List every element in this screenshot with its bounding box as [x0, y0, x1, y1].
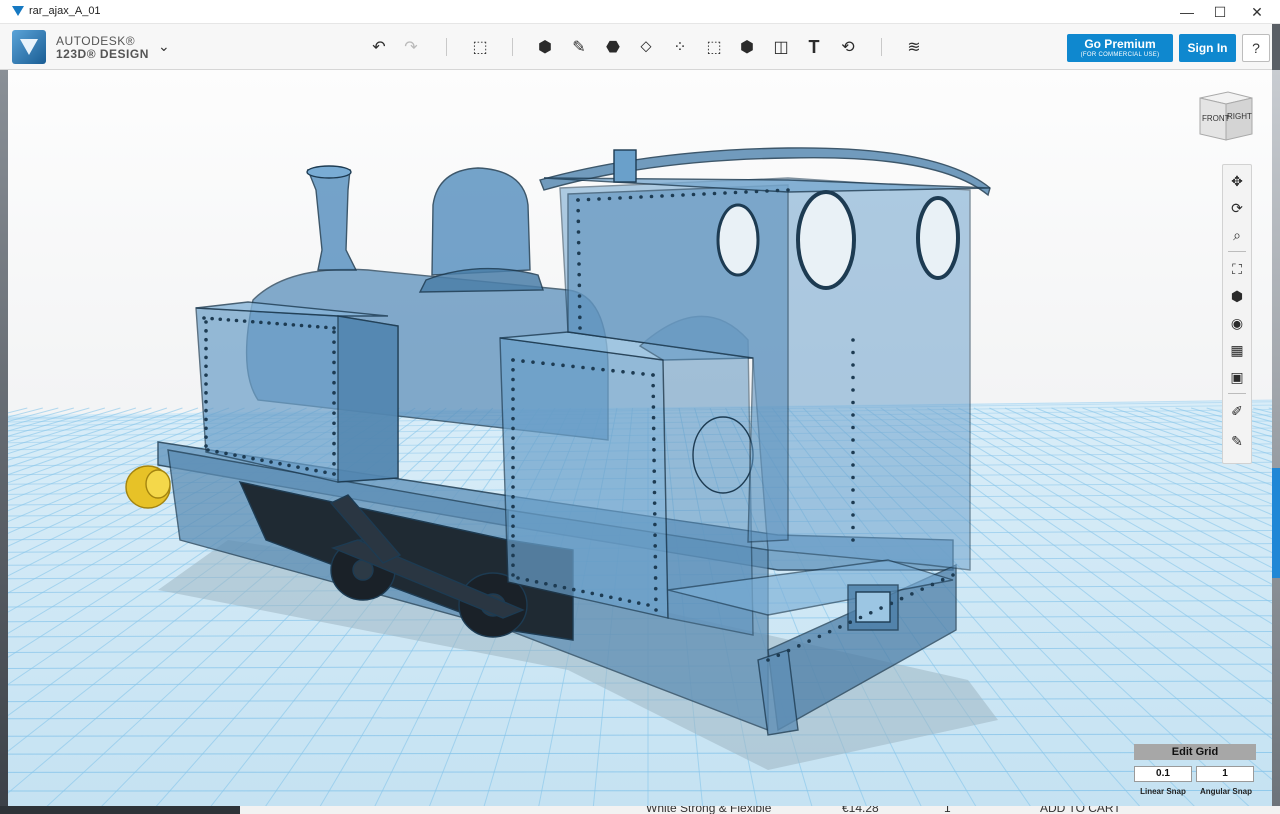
title-bar: rar_ajax_A_01 — ☐ ✕ — [0, 0, 1280, 24]
material-icon[interactable]: ≋ — [901, 34, 927, 60]
brand-line-autodesk: AUTODESK® — [56, 34, 136, 48]
view-cube[interactable]: FRONT RIGHT — [1198, 90, 1254, 142]
3d-viewport[interactable]: FRONT RIGHT ✥ ⟳ ⌕ ⛶ ⬢ ◉ ▦ ▣ ✐ ✎ Edit Gri… — [8, 70, 1272, 806]
app-window: White Strong & Flexible €14.28 1 ADD TO … — [0, 0, 1280, 814]
linear-snap-label: Linear Snap — [1140, 787, 1186, 796]
brand-line-product: 123D® DESIGN — [56, 47, 149, 61]
toolbar-separator — [512, 38, 513, 56]
group-icon[interactable]: ⬚ — [701, 34, 727, 60]
orbit-icon[interactable]: ⟳ — [1223, 196, 1251, 220]
background-material-text: White Strong & Flexible — [646, 806, 772, 814]
combine-icon[interactable]: ⬢ — [734, 34, 760, 60]
background-web-page: White Strong & Flexible €14.28 1 ADD TO … — [0, 806, 1280, 814]
view-icon[interactable]: ⬢ — [1223, 284, 1251, 308]
go-premium-label: Go Premium — [1084, 37, 1156, 51]
construct-icon[interactable]: ⬣ — [600, 34, 626, 60]
desktop-left-edge — [0, 70, 8, 814]
minimize-button[interactable]: — — [1170, 0, 1204, 24]
view-cube-right-label[interactable]: RIGHT — [1227, 102, 1252, 132]
sign-in-button[interactable]: Sign In — [1179, 34, 1236, 62]
background-cart-text: ADD TO CART — [1040, 806, 1121, 814]
help-button[interactable]: ? — [1242, 34, 1270, 62]
modify-icon[interactable]: ⬦ — [633, 34, 659, 60]
view-cube-front-label[interactable]: FRONT — [1202, 104, 1230, 134]
background-qty-text: 1 — [944, 806, 951, 814]
linear-snap-input[interactable]: 0.1 — [1134, 766, 1192, 782]
main-toolbar: AUTODESK® 123D® DESIGN ⌄ ↶ ↷ ⬚ ⬢ ✎ ⬣ ⬦ ⁘… — [0, 24, 1272, 70]
fit-icon[interactable]: ⛶ — [1223, 257, 1251, 281]
desktop-right-edge — [1272, 70, 1280, 814]
sketch-icon[interactable]: ✎ — [566, 34, 592, 60]
navbar-separator — [1228, 393, 1246, 394]
background-price-text: €14.28 — [842, 806, 879, 814]
app-menu-chevron-icon[interactable]: ⌄ — [158, 38, 170, 55]
grid-icon[interactable]: ▦ — [1223, 338, 1251, 362]
scrollbar-thumb[interactable] — [1272, 468, 1280, 578]
scene-canvas[interactable] — [8, 70, 1272, 806]
pan-icon[interactable]: ✥ — [1223, 169, 1251, 193]
transform-icon[interactable]: ⬚ — [467, 34, 493, 60]
background-page-dark-block — [0, 806, 240, 814]
go-premium-sublabel: (FOR COMMERCIAL USE) — [1080, 52, 1160, 58]
undo-icon[interactable]: ↶ — [366, 34, 392, 60]
go-premium-button[interactable]: Go Premium (FOR COMMERCIAL USE) — [1067, 34, 1173, 62]
snap-icon[interactable]: ⟲ — [835, 34, 861, 60]
pattern-icon[interactable]: ⁘ — [667, 34, 693, 60]
angular-snap-input[interactable]: 1 — [1196, 766, 1254, 782]
redo-icon[interactable]: ↷ — [398, 34, 424, 60]
toolbar-separator — [881, 38, 882, 56]
autodesk-logo-icon — [12, 30, 46, 64]
camera-icon[interactable]: ▣ — [1223, 365, 1251, 389]
angular-snap-label: Angular Snap — [1199, 787, 1252, 796]
window-title: rar_ajax_A_01 — [29, 5, 101, 17]
edit-grid-panel: Edit Grid 0.1 1 Linear Snap Angular Snap — [1134, 744, 1256, 802]
primitives-icon[interactable]: ⬢ — [532, 34, 558, 60]
edit-grid-button[interactable]: Edit Grid — [1134, 744, 1256, 760]
maximize-button[interactable]: ☐ — [1203, 0, 1237, 24]
navigation-bar: ✥ ⟳ ⌕ ⛶ ⬢ ◉ ▦ ▣ ✐ ✎ — [1222, 164, 1252, 464]
measure-icon[interactable]: ◫ — [768, 34, 794, 60]
text-icon[interactable]: T — [801, 34, 827, 60]
toolbar-separator — [446, 38, 447, 56]
outline-icon[interactable]: ✎ — [1223, 429, 1251, 453]
navbar-separator — [1228, 251, 1246, 252]
zoom-icon[interactable]: ⌕ — [1223, 223, 1251, 247]
visibility-icon[interactable]: ◉ — [1223, 311, 1251, 335]
app-logo-icon — [12, 6, 24, 16]
close-button[interactable]: ✕ — [1240, 0, 1274, 24]
materials-icon[interactable]: ✐ — [1223, 399, 1251, 423]
